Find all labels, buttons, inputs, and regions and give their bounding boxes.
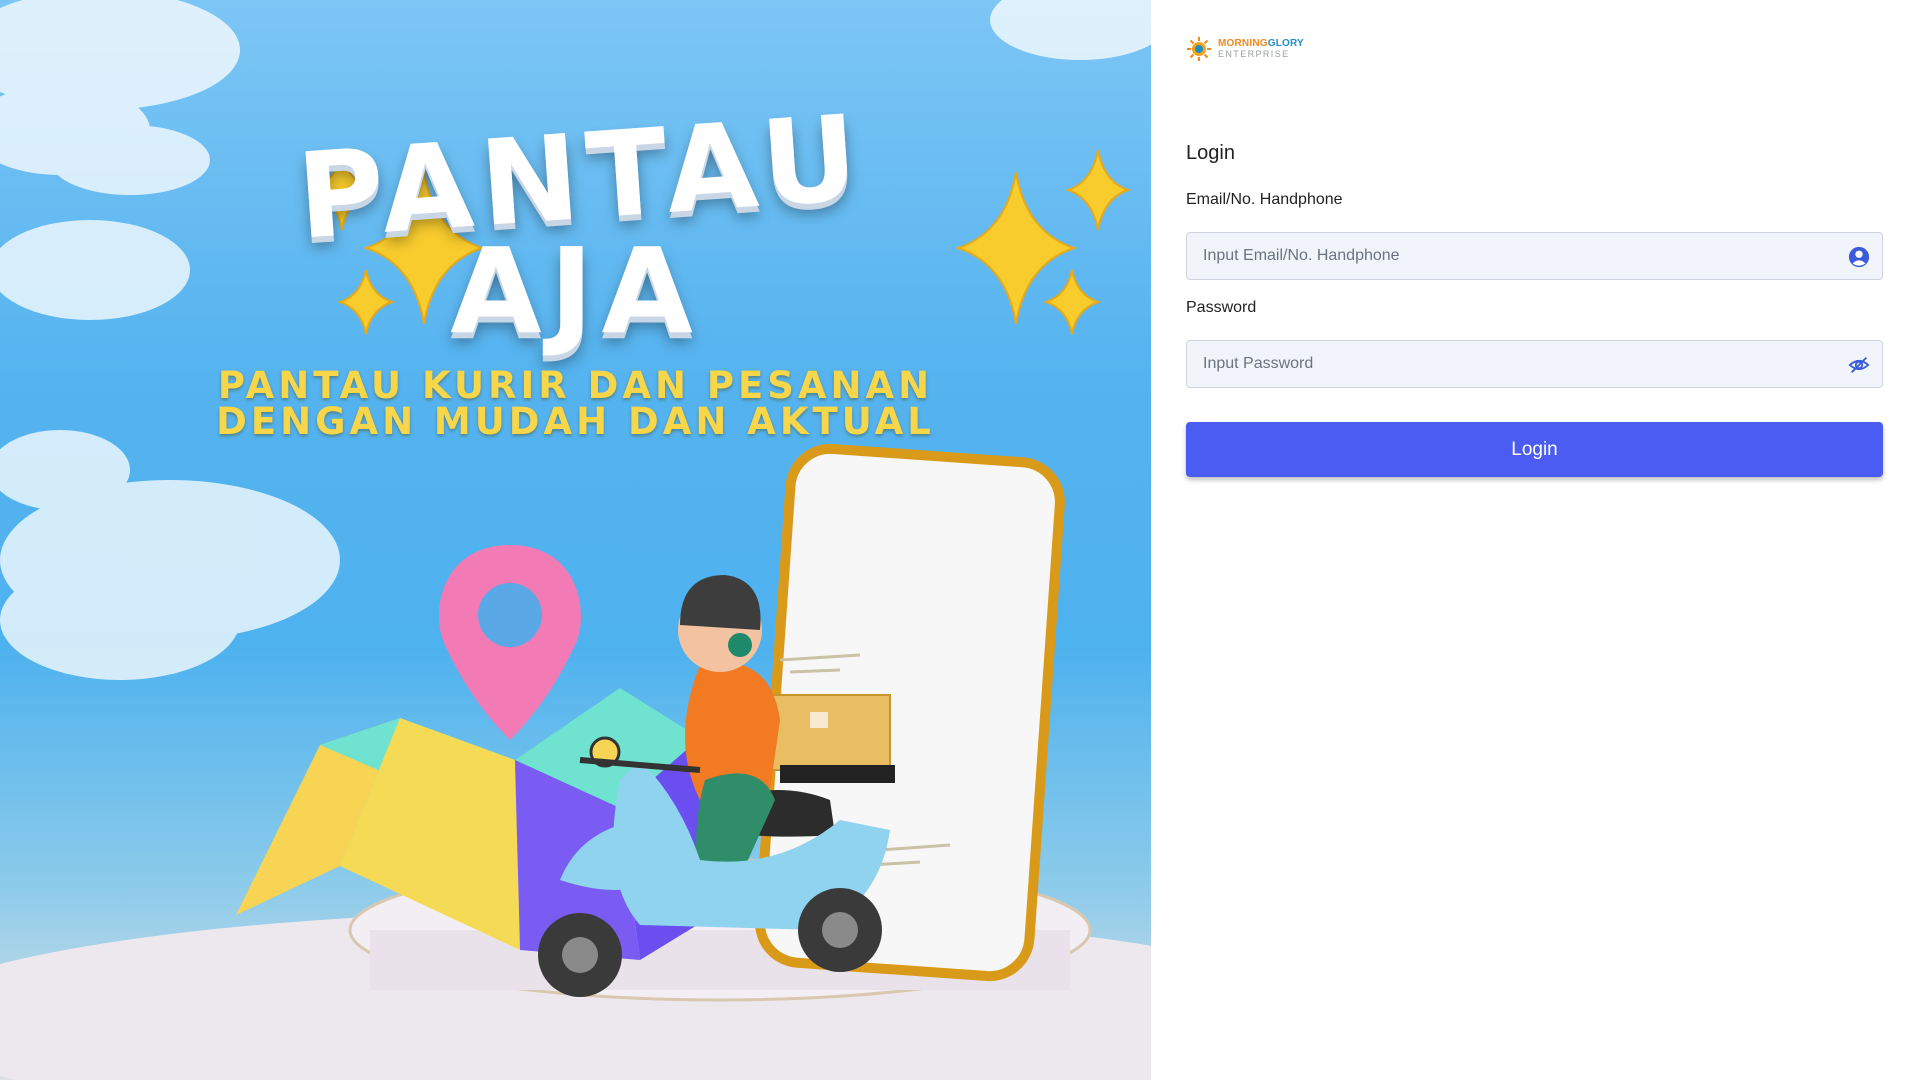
hero-subtitle-line1: PANTAU KURIR DAN PESANAN: [217, 364, 934, 407]
hero-banner: PANTAU AJA PANTAU KURIR DAN PESANAN DENG…: [0, 0, 1151, 1080]
user-circle-icon: [1848, 246, 1870, 268]
password-field-wrapper: [1186, 340, 1883, 388]
brand-logo: MORNINGGLORY ENTERPRISE: [1186, 34, 1316, 64]
login-heading: Login: [1186, 142, 1235, 164]
logo-text-enterprise: ENTERPRISE: [1218, 49, 1290, 59]
email-label: Email/No. Handphone: [1186, 191, 1343, 208]
email-input[interactable]: [1187, 233, 1803, 279]
password-input[interactable]: [1187, 341, 1803, 387]
logo-text-morning: MORNING: [1218, 38, 1268, 49]
logo-text-glory: GLORY: [1267, 38, 1304, 49]
location-pin-icon: [438, 545, 582, 740]
eye-slash-icon[interactable]: [1848, 354, 1870, 376]
login-button[interactable]: Login: [1186, 422, 1883, 477]
sun-logo-icon: [1187, 37, 1211, 61]
hero-subtitle-line2: DENGAN MUDAH DAN AKTUAL: [216, 400, 935, 443]
login-panel: MORNINGGLORY ENTERPRISE Login Email/No. …: [1151, 0, 1920, 1080]
hero-title-line2: AJA: [450, 222, 701, 360]
password-label: Password: [1186, 299, 1257, 316]
email-field-wrapper: [1186, 232, 1883, 280]
